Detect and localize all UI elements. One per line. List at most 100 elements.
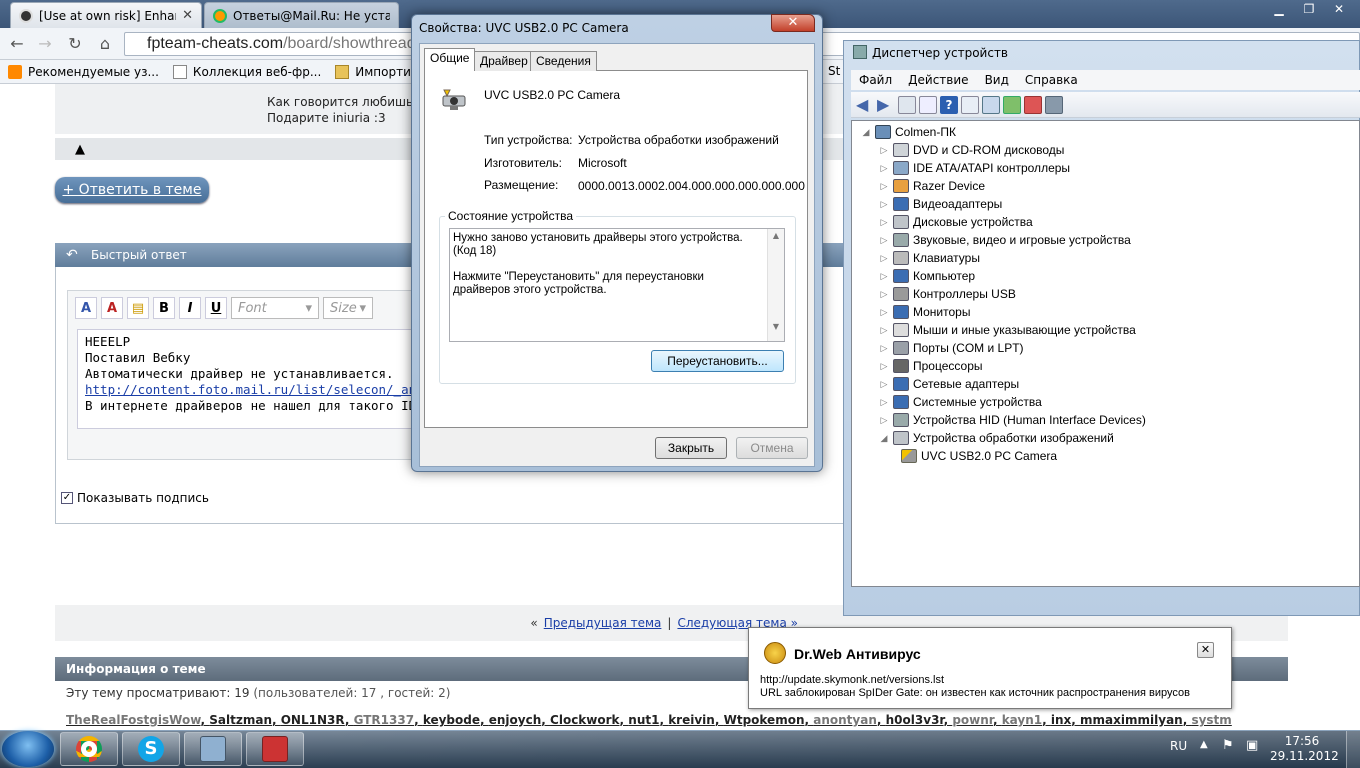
viewer-name[interactable]: anontyan	[813, 713, 877, 727]
expand-icon[interactable]: ▷	[879, 325, 889, 336]
prev-thread-link[interactable]: Предыдущая тема	[544, 616, 662, 630]
expand-icon[interactable]: ▷	[879, 397, 889, 408]
menu-help[interactable]: Справка	[1017, 73, 1086, 87]
menu-action[interactable]: Действие	[900, 73, 976, 87]
viewer-name[interactable]: Saltzman	[209, 713, 272, 727]
start-button[interactable]	[2, 731, 54, 767]
tree-category[interactable]: ▷ Звуковые, видео и игровые устройства	[879, 233, 1131, 247]
tree-category[interactable]: ▷ Razer Device	[879, 179, 985, 193]
message-textarea[interactable]: HEEELP Поставил Вебку Автоматически драй…	[77, 329, 415, 429]
scroll-down-icon[interactable]: ▼	[768, 322, 784, 331]
viewer-name[interactable]: pownr	[952, 713, 993, 727]
tree-category[interactable]: ▷ Компьютер	[879, 269, 975, 283]
tab-enhance[interactable]: [Use at own risk] Enhance ✕	[10, 2, 202, 28]
message-link[interactable]: http://content.foto.mail.ru/list/selecon…	[85, 382, 414, 397]
bookmark-collection[interactable]: Коллекция веб-фр...	[172, 64, 321, 79]
tree-category[interactable]: ▷ Устройства HID (Human Interface Devices…	[879, 413, 1146, 427]
bookmark-recommended[interactable]: Рекомендуемые уз...	[8, 64, 159, 79]
view-icon[interactable]	[961, 95, 979, 114]
tab-mailru[interactable]: Ответы@Mail.Ru: Не уста	[204, 2, 399, 28]
expand-icon[interactable]: ▷	[879, 217, 889, 228]
tree-device-camera[interactable]: UVC USB2.0 PC Camera	[901, 449, 1057, 463]
viewer-name[interactable]: nut1	[628, 713, 659, 727]
system-clock[interactable]: 17:56 29.11.2012	[1270, 734, 1339, 764]
viewer-name[interactable]: TheRealFostgisWow	[66, 713, 201, 727]
viewer-name[interactable]: systm	[1191, 713, 1231, 727]
bold-icon[interactable]: B	[153, 297, 175, 319]
taskbar-skype[interactable]: S	[122, 732, 180, 766]
expand-icon[interactable]: ▷	[879, 253, 889, 264]
close-dialog-button[interactable]: Закрыть	[655, 437, 727, 459]
tree-category[interactable]: ▷ IDE ATA/ATAPI контроллеры	[879, 161, 1070, 175]
show-desktop-button[interactable]	[1346, 731, 1360, 768]
expand-icon[interactable]: ▷	[879, 379, 889, 390]
back-arrow-icon[interactable]: ←	[6, 34, 28, 54]
tree-category[interactable]: ▷ Клавиатуры	[879, 251, 980, 265]
tree-category[interactable]: ▷ Мониторы	[879, 305, 970, 319]
update-driver-icon[interactable]	[1003, 95, 1021, 114]
action-center-flag-icon[interactable]: ⚑	[1222, 738, 1234, 753]
tree-category[interactable]: ▷ Видеоадаптеры	[879, 197, 1002, 211]
back-arrow-icon[interactable]: ◀	[856, 95, 874, 114]
expand-icon[interactable]: ▷	[879, 199, 889, 210]
underline-icon[interactable]: U	[205, 297, 227, 319]
minimize-icon[interactable]: ▁	[1264, 0, 1294, 18]
tree-category[interactable]: ▷ Сетевые адаптеры	[879, 377, 1019, 391]
viewer-name[interactable]: Wtpokemon	[724, 713, 805, 727]
uninstall-icon[interactable]	[1024, 95, 1042, 114]
expand-icon[interactable]: ▷	[879, 289, 889, 300]
tree-category[interactable]: ▷ Контроллеры USB	[879, 287, 1016, 301]
expand-icon[interactable]: ▷	[879, 145, 889, 156]
menu-view[interactable]: Вид	[977, 73, 1017, 87]
tab-driver[interactable]: Драйвер	[474, 51, 534, 71]
network-icon[interactable]: ▣	[1246, 738, 1258, 753]
collapse-icon[interactable]: ◢	[879, 433, 889, 444]
expand-icon[interactable]: ▷	[879, 307, 889, 318]
viewer-name[interactable]: ONL1N3R	[281, 713, 345, 727]
reload-icon[interactable]: ↻	[64, 34, 86, 54]
report-warning-icon[interactable]: ▲	[75, 142, 85, 157]
viewer-name[interactable]: mmaximmilyan	[1080, 713, 1183, 727]
tree-root[interactable]: ◢ Colmen-ПК	[861, 125, 956, 139]
viewer-name[interactable]: kayn1	[1002, 713, 1042, 727]
status-scrollbar[interactable]: ▲ ▼	[767, 229, 784, 341]
tab-details[interactable]: Сведения	[530, 51, 597, 71]
italic-icon[interactable]: I	[179, 297, 201, 319]
font-select[interactable]: Font ▾	[231, 297, 319, 319]
collapse-icon[interactable]: ◢	[861, 127, 871, 138]
text-color-icon[interactable]: A	[101, 297, 123, 319]
viewer-name[interactable]: kreivin	[668, 713, 715, 727]
tree-category[interactable]: ▷ Мыши и иные указывающие устройства	[879, 323, 1136, 337]
viewer-name[interactable]: Clockwork	[550, 713, 620, 727]
viewer-name[interactable]: enjoych	[489, 713, 542, 727]
tree-category[interactable]: ▷ Порты (COM и LPT)	[879, 341, 1024, 355]
tree-category[interactable]: ▷ Процессоры	[879, 359, 983, 373]
viewer-name[interactable]: h0ol3v3r	[886, 713, 944, 727]
size-select[interactable]: Size ▾	[323, 297, 373, 319]
maximize-icon[interactable]: ❐	[1294, 0, 1324, 18]
close-icon[interactable]: ✕	[182, 8, 193, 23]
expand-icon[interactable]: ▷	[879, 343, 889, 354]
taskbar-chrome[interactable]	[60, 732, 118, 766]
close-icon[interactable]: ✕	[1197, 642, 1214, 658]
bookmark-tail[interactable]: St	[828, 64, 840, 78]
reinstall-button[interactable]: Переустановить...	[651, 350, 784, 372]
show-signature-option[interactable]: ✓ Показывать подпись	[61, 491, 209, 505]
font-size-icon[interactable]: A	[75, 297, 97, 319]
viewer-name[interactable]: keybode	[423, 713, 480, 727]
expand-icon[interactable]: ▷	[879, 235, 889, 246]
expand-icon[interactable]: ▷	[879, 181, 889, 192]
language-indicator[interactable]: RU	[1170, 739, 1187, 753]
viewer-name[interactable]: inx	[1051, 713, 1071, 727]
tab-general[interactable]: Общие	[424, 48, 476, 71]
tree-category[interactable]: ▷ DVD и CD-ROM дисководы	[879, 143, 1064, 157]
taskbar-device-manager[interactable]	[184, 732, 242, 766]
expand-icon[interactable]: ▷	[879, 163, 889, 174]
taskbar-toolbox[interactable]	[246, 732, 304, 766]
scan-hardware-icon[interactable]	[982, 95, 1000, 114]
tray-arrow-icon[interactable]: ▲	[1200, 739, 1208, 750]
expand-icon[interactable]: ▷	[879, 415, 889, 426]
forward-arrow-icon[interactable]: →	[34, 34, 56, 54]
tree-category[interactable]: ▷ Системные устройства	[879, 395, 1042, 409]
paste-icon[interactable]: ▤	[127, 297, 149, 319]
